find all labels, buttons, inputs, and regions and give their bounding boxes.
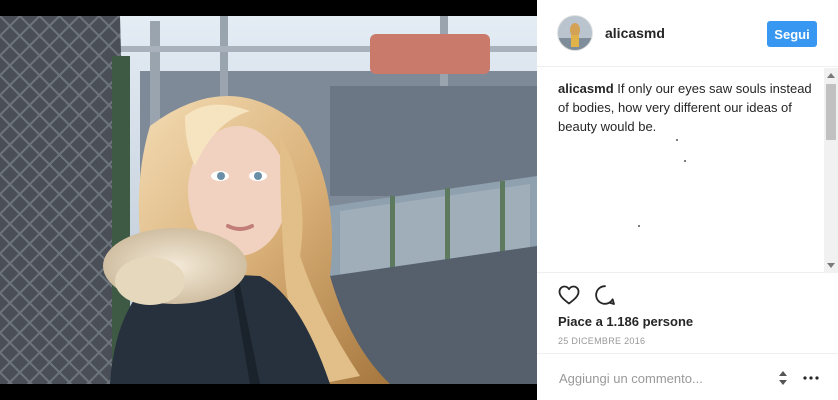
caption-dot bbox=[676, 139, 678, 141]
caption-dot bbox=[638, 225, 640, 227]
caption-username[interactable]: alicasmd bbox=[558, 81, 614, 96]
avatar-image bbox=[558, 16, 592, 50]
scroll-down-icon[interactable] bbox=[827, 263, 835, 268]
post-side-panel: alicasmd Segui alicasmd If only our eyes… bbox=[537, 0, 838, 400]
follow-button[interactable]: Segui bbox=[767, 21, 817, 47]
post-header: alicasmd Segui bbox=[537, 0, 838, 67]
post-photo-area bbox=[0, 0, 537, 400]
likes-count[interactable]: Piace a 1.186 persone bbox=[558, 314, 693, 329]
up-down-arrows-icon[interactable] bbox=[777, 370, 789, 386]
more-options-icon[interactable] bbox=[801, 370, 821, 386]
scroll-thumb[interactable] bbox=[826, 84, 836, 140]
post-photo[interactable] bbox=[0, 16, 537, 384]
scroll-up-icon[interactable] bbox=[827, 73, 835, 78]
photo-illustration bbox=[0, 16, 537, 384]
avatar[interactable] bbox=[557, 15, 593, 51]
username[interactable]: alicasmd bbox=[605, 25, 665, 41]
comment-input[interactable] bbox=[557, 367, 771, 389]
caption: alicasmd If only our eyes saw souls inst… bbox=[558, 79, 823, 136]
comment-bar bbox=[537, 353, 838, 400]
caption-area: alicasmd If only our eyes saw souls inst… bbox=[537, 68, 838, 273]
heart-icon[interactable] bbox=[557, 283, 581, 307]
comment-icon[interactable] bbox=[593, 283, 617, 307]
caption-scrollbar[interactable] bbox=[824, 68, 838, 273]
caption-dot bbox=[684, 160, 686, 162]
post-actions bbox=[557, 283, 617, 307]
post-date: 25 DICEMBRE 2016 bbox=[558, 336, 646, 346]
